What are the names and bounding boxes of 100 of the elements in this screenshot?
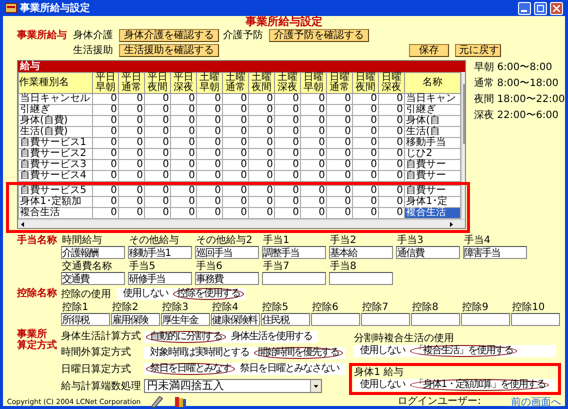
close-icon (553, 4, 560, 12)
input-field[interactable] (411, 313, 460, 326)
radio-option[interactable]: 自動的に分割する (146, 330, 226, 343)
column-header: 日曜深夜 (378, 72, 404, 94)
input-field[interactable] (329, 272, 393, 285)
table-cell[interactable]: 0 (300, 186, 326, 196)
radio-option[interactable]: 使用しない (356, 379, 409, 391)
table-cell[interactable]: 0 (144, 186, 170, 196)
page-heading: 事業所給与設定 (244, 16, 324, 28)
input-field[interactable]: 厚生年金 (161, 313, 210, 326)
pen-icon (150, 396, 163, 408)
back-link[interactable]: 前の画面へ (511, 397, 561, 408)
field-label: 手当3 (396, 235, 424, 246)
table-cell[interactable]: 身体1･定額加 (18, 196, 92, 208)
table-cell[interactable]: 当日キャン (404, 94, 460, 104)
table-cell[interactable]: 自費サー (404, 186, 460, 196)
table-cell[interactable]: 身体(自 (404, 116, 460, 126)
input-field[interactable]: 移動手当1 (128, 246, 192, 259)
column-header: 作業種別名 (18, 72, 92, 94)
field-label: その他給与2 (195, 235, 254, 246)
input-field[interactable]: 基本給 (329, 246, 393, 259)
field-label: 控除8 (411, 302, 440, 313)
radio-option[interactable]: 「身体1・定額加算」を使用する (410, 379, 550, 391)
table-cell[interactable]: 0 (196, 186, 222, 196)
table-cell[interactable]: 当日キャンセル (18, 94, 92, 104)
radio-option[interactable]: 使用しない (119, 288, 172, 300)
vertical-scrollbar[interactable] (461, 72, 465, 182)
radio-option[interactable]: 祭日を日曜とみなす (146, 363, 235, 376)
field-label: 時間外算定方式 (61, 347, 131, 358)
input-field[interactable]: 研修手当 (128, 272, 192, 285)
action-button[interactable]: 保存 (409, 44, 449, 57)
column-header: 土曜通常 (222, 72, 248, 94)
table-cell[interactable]: 移動手当 (404, 138, 460, 148)
confirm-button[interactable]: 介護予防を確認する (269, 29, 369, 42)
maximize-button[interactable] (534, 2, 547, 14)
table-cell[interactable]: 0 (274, 186, 300, 196)
input-field[interactable]: 住民税 (261, 313, 310, 326)
table-cell[interactable]: 複合生活 (404, 208, 460, 218)
table-cell[interactable]: 自費サービス3 (18, 160, 92, 170)
radio-option[interactable]: 祭日を日曜とみなさない (236, 363, 343, 376)
table-cell[interactable]: じひ2 (404, 148, 460, 160)
input-field[interactable]: 事務費 (195, 272, 259, 285)
horizontal-scrollbar[interactable] (18, 219, 465, 228)
vertical-scrollbar[interactable] (461, 185, 465, 219)
radio-option[interactable]: 対象時間は実時間とする (146, 346, 253, 359)
input-field[interactable]: 所得税 (61, 313, 110, 326)
field-label: 身体1 給与 (354, 367, 405, 378)
table-cell[interactable]: 生活(自 (404, 126, 460, 138)
input-field[interactable]: 通信費 (396, 246, 460, 259)
table-cell[interactable]: 自費サー (404, 160, 460, 170)
radio-option[interactable]: 控除を使用する (173, 288, 244, 300)
input-field[interactable]: 障害手当 (463, 246, 527, 259)
minimize-button[interactable] (518, 2, 531, 14)
table-cell[interactable]: 0 (248, 186, 274, 196)
column-header: 日曜早朝 (300, 72, 326, 94)
confirm-button[interactable]: 生活援助を確認する (119, 44, 219, 57)
time-band-label: 深夜 22:00〜6:00 (474, 110, 560, 121)
table-cell[interactable]: 引継ぎ (404, 104, 460, 116)
table-cell[interactable]: 身体(自費) (18, 116, 92, 126)
input-field[interactable] (461, 313, 510, 326)
table-cell[interactable]: 0 (222, 186, 248, 196)
field-label: 時間給与 (61, 235, 103, 246)
input-field[interactable]: 調整手当 (262, 246, 326, 259)
table-cell[interactable]: 生活(自費) (18, 126, 92, 138)
table-cell[interactable]: 0 (92, 186, 118, 196)
input-field[interactable] (262, 272, 326, 285)
table-cell[interactable]: 0 (118, 186, 144, 196)
table-cell[interactable]: 自費サービス4 (18, 170, 92, 182)
input-field[interactable]: 交通費 (61, 272, 125, 285)
field-label: その他給与 (128, 235, 180, 246)
table-cell[interactable]: 自費サービス1 (18, 138, 92, 148)
radio-option[interactable]: 身体生活を使用する (227, 330, 316, 343)
table-cell[interactable]: 0 (326, 186, 352, 196)
confirm-button[interactable]: 身体介護を確認する (119, 29, 219, 42)
table-cell[interactable]: 0 (352, 186, 378, 196)
table-cell[interactable]: 0 (170, 186, 196, 196)
field-label: 控除10 (511, 302, 546, 313)
table-cell[interactable]: 自費サービス5 (18, 186, 92, 196)
radio-option[interactable]: 開始時間を優先する (254, 346, 343, 359)
table-cell[interactable]: 複合生活 (18, 208, 92, 218)
table-cell[interactable]: 引継ぎ (18, 104, 92, 116)
input-field[interactable] (511, 313, 560, 326)
radio-option[interactable]: 使用しない (356, 345, 409, 357)
close-button[interactable] (550, 2, 563, 14)
section-label: 手当名称 (17, 235, 58, 248)
table-cell[interactable]: 0 (378, 186, 404, 196)
input-field[interactable] (361, 313, 410, 326)
table-cell[interactable]: 身体1･定 (404, 196, 460, 208)
column-header: 日曜夜間 (352, 72, 378, 94)
rounding-select[interactable]: 円未満四捨五入 (144, 379, 322, 394)
action-button[interactable]: 元に戻す (455, 44, 501, 57)
input-field[interactable]: 巡回手当 (195, 246, 259, 259)
input-field[interactable]: 健康保険料 (211, 313, 260, 326)
input-field[interactable] (311, 313, 360, 326)
radio-option[interactable]: 「複合生活」を使用する (410, 345, 517, 357)
input-field[interactable]: 雇用保険 (111, 313, 160, 326)
table-cell[interactable]: 自費サービス2 (18, 148, 92, 160)
input-field[interactable]: 介護報酬 (61, 246, 125, 259)
table-cell[interactable]: 自費サー (404, 170, 460, 182)
field-label: 日曜日算定方式 (61, 364, 131, 375)
